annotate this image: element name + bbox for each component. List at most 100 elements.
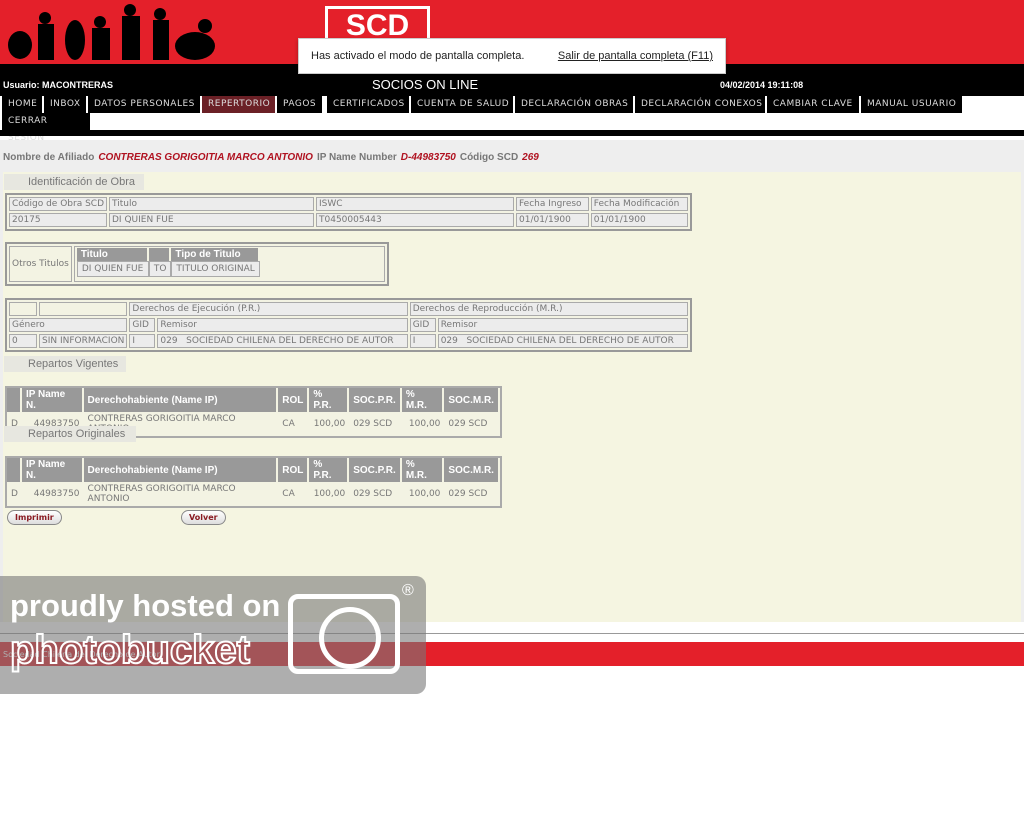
nav-cuenta-salud[interactable]: CUENTA DE SALUD	[409, 96, 516, 113]
scd-code: 269	[522, 152, 539, 163]
value-cell: 01/01/1900	[590, 213, 688, 227]
header-cell: Fecha Ingreso	[516, 197, 589, 211]
header-cell: GID	[129, 318, 156, 332]
header-cell: ISWC	[316, 197, 514, 211]
value-cell: 100,00	[408, 419, 441, 429]
nav-inbox[interactable]: INBOX	[42, 96, 87, 113]
watermark-line2: photobucket	[9, 627, 251, 673]
otros-titulos-table: Otros Titulos Titulo Tipo de Titulo DI QU…	[5, 242, 389, 286]
nav-declaracion-obras[interactable]: DECLARACIÓN OBRAS	[513, 96, 635, 113]
watermark-line1: proudly hosted on	[10, 588, 281, 623]
nav-declaracion-conexos[interactable]: DECLARACIÓN CONEXOS	[633, 96, 769, 113]
ip-label: IP Name Number	[316, 152, 397, 163]
code-label: Código SCD	[459, 152, 519, 163]
nav-repertorio[interactable]: REPERTORIO	[200, 96, 277, 113]
username: Usuario: MACONTRERAS	[3, 80, 114, 90]
header-cell: % M.R.	[401, 458, 445, 482]
fullscreen-notification: Has activado el modo de pantalla complet…	[298, 38, 726, 74]
back-button[interactable]: Volver	[181, 510, 226, 525]
value-cell: 029 SOCIEDAD CHILENA DEL DERECHO DE AUTO…	[157, 334, 408, 348]
value-cell: 029 SOCIEDAD CHILENA DEL DERECHO DE AUTO…	[437, 334, 688, 348]
header-cell: Código de Obra SCD	[9, 197, 107, 211]
nav-cerrar-sesion[interactable]: CERRAR SESION	[0, 113, 90, 143]
section-identificacion: Identificación de Obra	[4, 174, 144, 190]
value-cell: 029 SCD	[448, 419, 488, 429]
afiliado-name: CONTRERAS GORIGOITIA MARCO ANTONIO	[98, 152, 313, 163]
nav-manual-usuario[interactable]: MANUAL USUARIO	[859, 96, 963, 113]
value-cell: 100,00	[313, 419, 346, 429]
value-cell: I	[129, 334, 156, 348]
registered-icon: ®	[402, 582, 414, 599]
value-cell: 029 SCD	[448, 489, 488, 499]
header-cell: Fecha Modificación	[590, 197, 688, 211]
derechos-table: Derechos de Ejecución (P.R.) Derechos de …	[5, 298, 692, 352]
header-cell: IP Name N.	[21, 458, 84, 482]
nav-certificados[interactable]: CERTIFICADOS	[325, 96, 411, 113]
header-cell: SOC.P.R.	[349, 388, 402, 412]
photobucket-watermark: proudly hosted on photobucket ®	[0, 576, 426, 694]
name-label: Nombre de Afiliado	[3, 152, 95, 163]
header-cell	[148, 248, 172, 261]
value-cell: 029 SCD	[353, 489, 393, 499]
remisor-code: 029	[160, 336, 178, 346]
header-cell: % M.R.	[401, 388, 445, 412]
header-cell: SOC.M.R.	[444, 458, 500, 482]
header-cell: GID	[409, 318, 436, 332]
section-repartos-originales: Repartos Originales	[4, 426, 136, 442]
header-cell: Derechos de Ejecución (P.R.)	[129, 302, 408, 316]
header-cell: ROL	[278, 458, 310, 482]
site-title: SOCIOS ON LINE	[372, 77, 479, 92]
header-cell: Titulo	[109, 197, 314, 211]
main-nav: HOME INBOX DATOS PERSONALES REPERTORIO P…	[0, 96, 1024, 143]
value-cell: 100,00	[313, 489, 346, 499]
value-cell: D	[11, 489, 18, 499]
otros-titulos-inner: Titulo Tipo de Titulo DI QUIEN FUE TO TITUL…	[76, 248, 260, 277]
header-cell: Derechohabiente (Name IP)	[83, 388, 279, 412]
value-cell: 01/01/1900	[516, 213, 589, 227]
nav-pagos[interactable]: PAGOS	[275, 96, 323, 113]
nav-datos-personales[interactable]: DATOS PERSONALES	[86, 96, 201, 113]
nav-cambiar-clave[interactable]: CAMBIAR CLAVE	[765, 96, 859, 113]
header-cell	[7, 388, 22, 412]
exit-fullscreen-link[interactable]: Salir de pantalla completa (F11)	[558, 50, 713, 62]
ip-number: D-44983750	[400, 152, 456, 163]
header-cell: Remisor	[157, 318, 408, 332]
nav-home[interactable]: HOME	[0, 96, 44, 113]
print-button[interactable]: Imprimir	[7, 510, 62, 525]
value-cell: TITULO ORIGINAL	[171, 261, 260, 277]
header-cell: SOC.P.R.	[349, 458, 402, 482]
divider	[0, 130, 1024, 136]
value-cell: DI QUIEN FUE	[76, 261, 149, 277]
section-repartos-vigentes: Repartos Vigentes	[4, 356, 126, 372]
header-cell	[7, 458, 22, 482]
value-cell: 44983750	[33, 489, 80, 499]
header-cell: Titulo	[76, 248, 149, 261]
header-cell: Remisor	[437, 318, 688, 332]
value-cell: DI QUIEN FUE	[109, 213, 314, 227]
empty-cell	[9, 302, 37, 316]
value-cell: 029 SCD	[353, 419, 393, 429]
remisor-code: 029	[440, 336, 458, 346]
value-cell: 20175	[9, 213, 107, 227]
value-cell: 0	[9, 334, 37, 348]
header-cell: Derechohabiente (Name IP)	[83, 458, 279, 482]
notification-message: Has activado el modo de pantalla complet…	[311, 50, 525, 62]
empty-cell	[39, 302, 128, 316]
header-cell: IP Name N.	[21, 388, 84, 412]
value-cell: CA	[282, 419, 295, 429]
value-cell: I	[409, 334, 436, 348]
remisor-name: SOCIEDAD CHILENA DEL DERECHO DE AUTOR	[186, 336, 394, 346]
remisor-name: SOCIEDAD CHILENA DEL DERECHO DE AUTOR	[466, 336, 674, 346]
value-cell: CA	[282, 489, 295, 499]
scd-logo: SCD	[325, 6, 430, 42]
value-cell: CONTRERAS GORIGOITIA MARCO ANTONIO	[87, 484, 236, 504]
value-cell: SIN INFORMACION	[39, 334, 128, 348]
header-cell: % P.R.	[309, 458, 350, 482]
header-cell: Género	[9, 318, 128, 332]
header-cell: ROL	[278, 388, 310, 412]
otros-titulos-label: Otros Titulos	[9, 246, 72, 282]
header-cell: SOC.M.R.	[444, 388, 500, 412]
header-cell: Tipo de Titulo	[171, 248, 260, 261]
datetime: 04/02/2014 19:11:08	[720, 80, 804, 90]
value-cell: T0450005443	[316, 213, 514, 227]
